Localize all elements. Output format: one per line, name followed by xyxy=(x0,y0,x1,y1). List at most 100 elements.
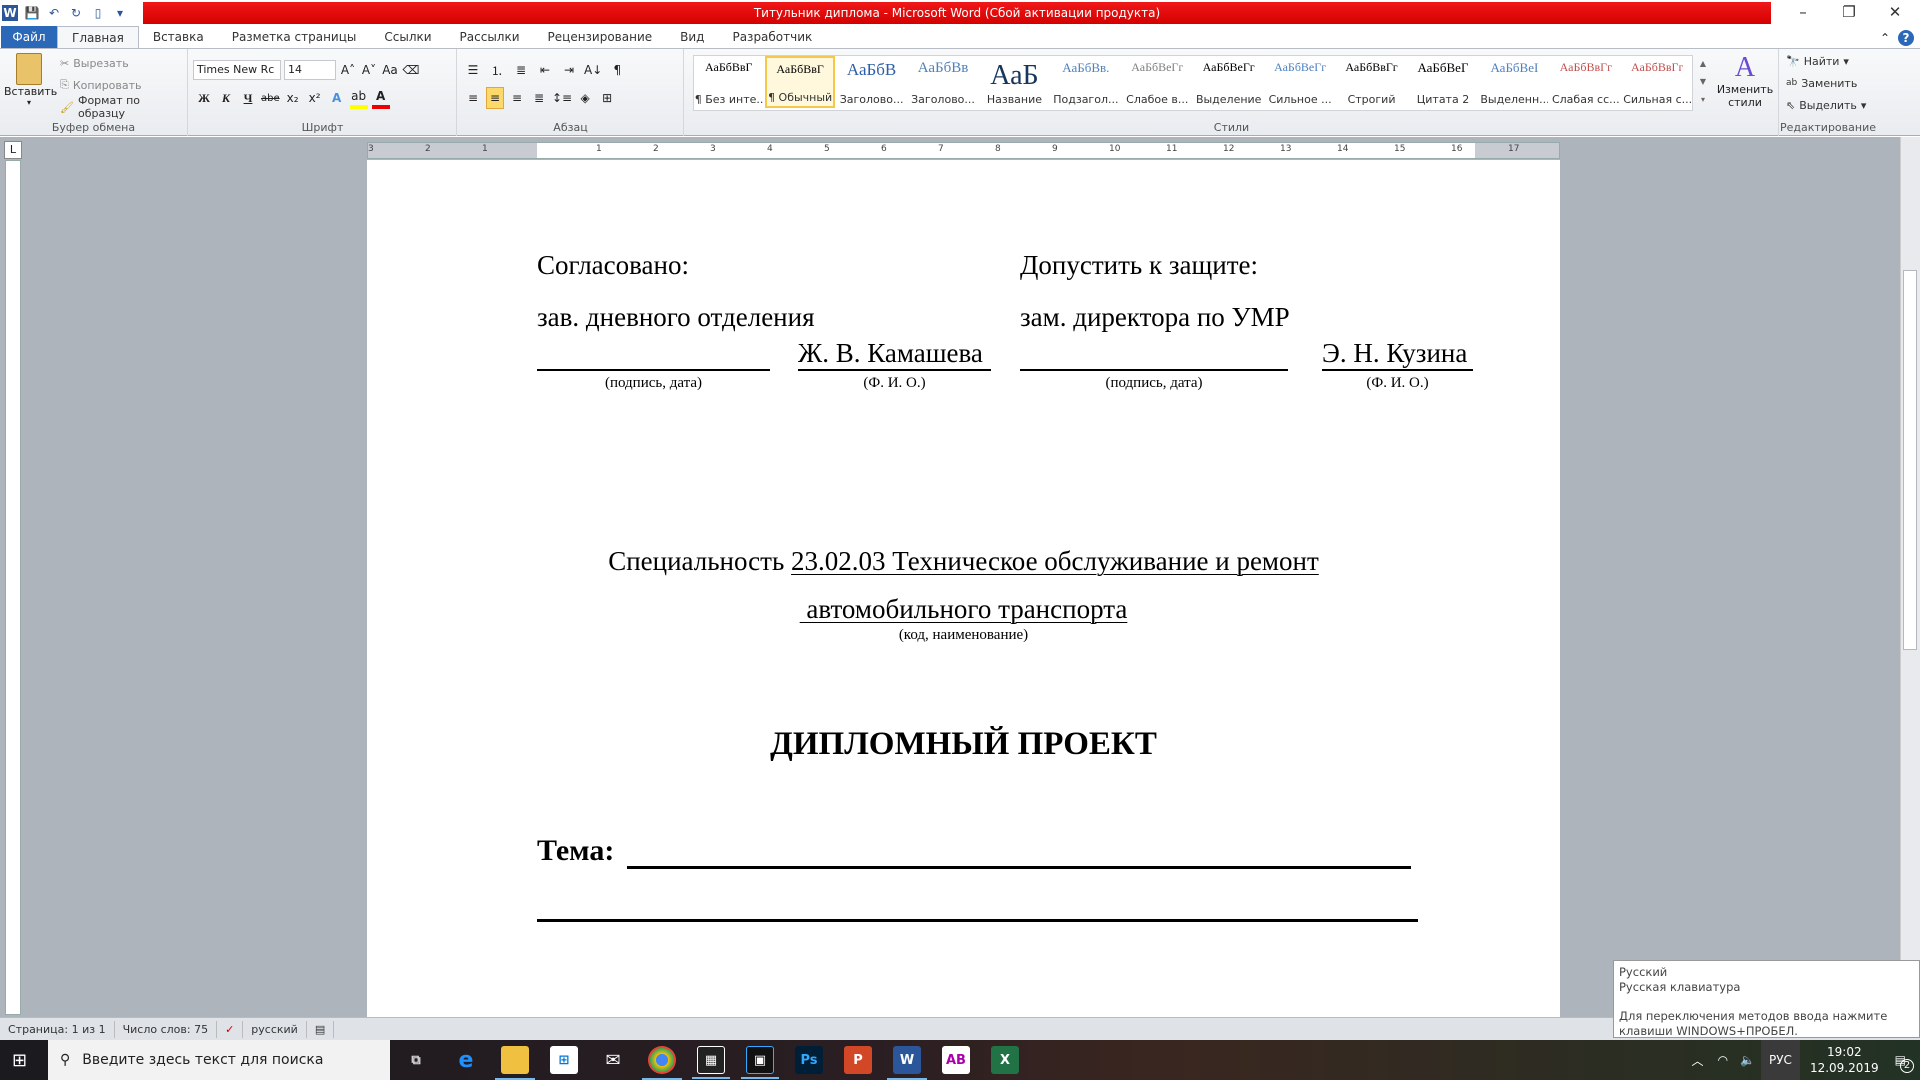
new-document-icon[interactable]: ▯ xyxy=(90,5,106,21)
align-left-icon[interactable]: ≡ xyxy=(464,87,482,109)
clock[interactable]: 19:02 12.09.2019 xyxy=(1800,1044,1889,1076)
style-item[interactable]: АаБбВ Заголово... xyxy=(837,56,906,108)
powerpoint-icon[interactable]: P xyxy=(844,1046,872,1074)
style-item[interactable]: АаБбВеГг Слабое в... xyxy=(1123,56,1192,108)
font-color-icon[interactable]: A xyxy=(371,87,390,109)
italic-button[interactable]: К xyxy=(217,87,235,109)
chrome-icon[interactable] xyxy=(642,1046,682,1080)
input-language[interactable]: РУС xyxy=(1761,1040,1800,1080)
style-item[interactable]: АаБбВеГ Цитата 2 xyxy=(1408,56,1477,108)
multilevel-list-icon[interactable]: ≣ xyxy=(512,59,530,81)
tab-selector[interactable]: L xyxy=(4,141,22,159)
tab-developer[interactable]: Разработчик xyxy=(718,26,826,49)
redo-icon[interactable]: ↻ xyxy=(68,5,84,21)
text-effects-icon[interactable]: A xyxy=(328,87,346,109)
decrease-indent-icon[interactable]: ⇤ xyxy=(536,59,554,81)
show-marks-button[interactable]: ¶ xyxy=(608,59,626,81)
bold-button[interactable]: Ж xyxy=(195,87,213,109)
select-button[interactable]: ⇖ Выделить ▾ xyxy=(1786,95,1866,115)
highlight-icon[interactable]: ab xyxy=(349,87,368,109)
excel-icon[interactable]: X xyxy=(991,1046,1019,1074)
help-icon[interactable]: ? xyxy=(1898,29,1914,46)
style-item[interactable]: АаБбВвГ ¶ Без инте... xyxy=(694,56,763,108)
macro-record-icon[interactable]: ▤ xyxy=(307,1020,335,1038)
tab-file[interactable]: Файл xyxy=(1,26,57,49)
undo-icon[interactable]: ↶ xyxy=(46,5,62,21)
paste-button[interactable]: Вставить ▾ xyxy=(4,53,57,107)
bullets-icon[interactable]: ☰ xyxy=(464,59,482,81)
font-size-select[interactable]: 14 xyxy=(284,60,336,80)
style-item[interactable]: АаБбВвГг Строгий xyxy=(1337,56,1406,108)
gallery-scroll[interactable]: ▲ ▼ ▾ xyxy=(1697,55,1709,111)
abc-app-icon[interactable]: AB xyxy=(942,1046,970,1074)
word-taskbar-icon[interactable]: W xyxy=(887,1046,927,1080)
change-case-button[interactable]: Aa xyxy=(381,59,399,81)
shrink-font-button[interactable]: A˅ xyxy=(360,59,378,81)
store-icon[interactable]: ⊞ xyxy=(550,1046,578,1074)
taskbar-search[interactable]: ⚲ Введите здесь текст для поиска xyxy=(48,1040,390,1080)
tab-page-layout[interactable]: Разметка страницы xyxy=(218,26,371,49)
mail-icon[interactable]: ✉ xyxy=(599,1046,627,1074)
file-explorer-icon[interactable] xyxy=(495,1046,535,1080)
format-painter-button[interactable]: 🖌 Формат по образцу xyxy=(60,94,187,120)
tab-mailings[interactable]: Рассылки xyxy=(446,26,534,49)
justify-icon[interactable]: ≣ xyxy=(530,87,548,109)
scrollbar-thumb[interactable] xyxy=(1903,270,1917,650)
save-icon[interactable]: 💾 xyxy=(24,5,40,21)
video-editor-icon[interactable]: ▣ xyxy=(741,1046,779,1079)
font-name-select[interactable]: Times New Rc xyxy=(193,60,281,80)
numbering-icon[interactable]: ⒈ xyxy=(488,59,506,81)
style-item[interactable]: АаБбВеГг Сильное ... xyxy=(1265,56,1334,108)
grow-font-button[interactable]: A˄ xyxy=(339,59,357,81)
strikethrough-button[interactable]: abe xyxy=(261,87,280,109)
style-item[interactable]: АаБбВв Заголово... xyxy=(908,56,977,108)
style-item[interactable]: АаБбВеГг Выделение xyxy=(1194,56,1263,108)
minimize-ribbon-icon[interactable]: ⌃ xyxy=(1880,31,1890,45)
word-count[interactable]: Число слов: 75 xyxy=(115,1020,218,1038)
tab-home[interactable]: Главная xyxy=(57,26,139,49)
volume-icon[interactable]: 🔈 xyxy=(1734,1053,1761,1067)
restore-button[interactable]: ❐ xyxy=(1826,0,1872,25)
replace-button[interactable]: ab Заменить xyxy=(1786,73,1857,93)
language-status[interactable]: русский xyxy=(243,1020,307,1038)
subscript-button[interactable]: x₂ xyxy=(284,87,302,109)
style-item[interactable]: АаБбВвГ ¶ Обычный xyxy=(765,56,835,108)
minimize-button[interactable]: – xyxy=(1780,0,1826,25)
clear-formatting-icon[interactable]: ⌫ xyxy=(402,59,420,81)
calculator-icon[interactable]: ▦ xyxy=(692,1046,730,1079)
tab-insert[interactable]: Вставка xyxy=(139,26,218,49)
notifications-icon[interactable]: ▤ 2 xyxy=(1889,1053,1920,1073)
increase-indent-icon[interactable]: ⇥ xyxy=(560,59,578,81)
tab-references[interactable]: Ссылки xyxy=(370,26,445,49)
find-button[interactable]: 🔭 Найти ▾ xyxy=(1786,51,1849,71)
style-item[interactable]: АаБбВв. Подзагол... xyxy=(1051,56,1120,108)
superscript-button[interactable]: x² xyxy=(306,87,324,109)
underline-button[interactable]: Ч xyxy=(239,87,257,109)
align-center-icon[interactable]: ≡ xyxy=(486,87,504,109)
document-page[interactable]: Согласовано: Допустить к защите: зав. дн… xyxy=(367,160,1560,1017)
horizontal-ruler[interactable]: 3 2 1 1 2 3 4 5 6 7 8 9 10 11 12 13 14 15 16 17 xyxy=(367,142,1560,159)
wifi-icon[interactable]: ◠ xyxy=(1712,1053,1734,1067)
topic-line-2[interactable] xyxy=(537,919,1418,922)
customize-qat-icon[interactable]: ▾ xyxy=(112,5,128,21)
borders-icon[interactable]: ⊞ xyxy=(598,87,616,109)
show-hidden-icons[interactable]: ︿ xyxy=(1684,1052,1712,1069)
proofing-icon[interactable]: ✓ xyxy=(217,1020,244,1038)
page-count[interactable]: Страница: 1 из 1 xyxy=(0,1020,115,1038)
tab-review[interactable]: Рецензирование xyxy=(534,26,667,49)
shading-icon[interactable]: ◈ xyxy=(576,87,594,109)
change-styles-button[interactable]: A Изменить стили xyxy=(1715,53,1775,110)
task-view-icon[interactable]: ⧉ xyxy=(402,1046,430,1074)
style-item[interactable]: АаБбВвГг Слабая сс... xyxy=(1551,56,1620,108)
topic-line-1[interactable] xyxy=(627,866,1411,869)
align-right-icon[interactable]: ≡ xyxy=(508,87,526,109)
edge-icon[interactable]: e xyxy=(452,1046,480,1074)
line-spacing-icon[interactable]: ↕≡ xyxy=(552,87,572,109)
photoshop-icon[interactable]: Ps xyxy=(795,1046,823,1074)
sort-icon[interactable]: A↓ xyxy=(584,59,602,81)
style-item[interactable]: АаБбВвГг Сильная с... xyxy=(1623,56,1692,108)
vertical-ruler[interactable] xyxy=(5,160,21,1015)
windows-start-icon[interactable]: ⊞ xyxy=(12,1050,27,1071)
style-item[interactable]: АаБбВеI Выделенн... xyxy=(1480,56,1549,108)
tab-view[interactable]: Вид xyxy=(666,26,718,49)
